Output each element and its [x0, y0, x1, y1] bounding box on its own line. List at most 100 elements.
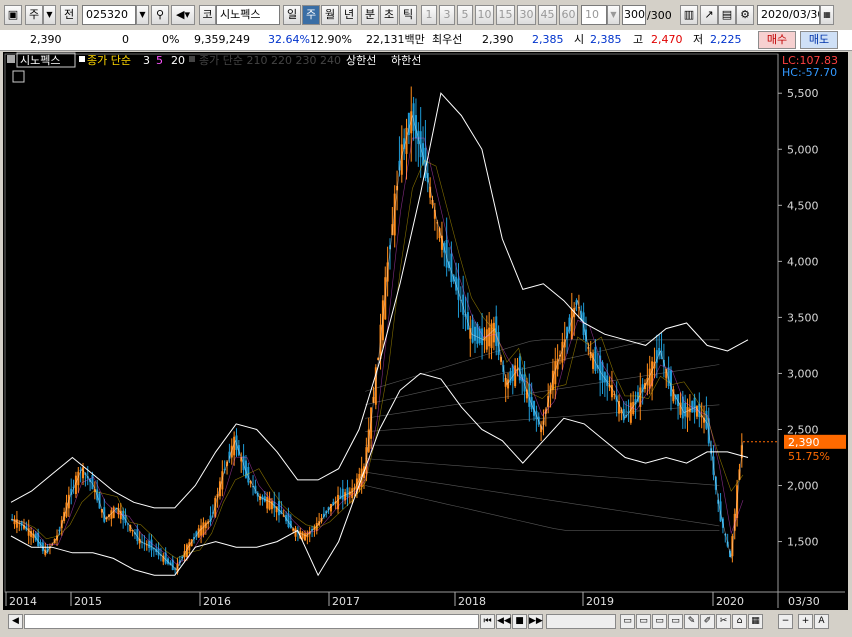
x-tick-label: 2018: [458, 595, 486, 608]
layout-icon[interactable]: ▣: [4, 5, 22, 25]
interval-60[interactable]: 60: [559, 5, 578, 25]
forward-icon[interactable]: ▶▶: [528, 614, 543, 629]
scroll-left-icon[interactable]: ◀: [8, 614, 23, 629]
zoom-in-icon[interactable]: +: [798, 614, 813, 629]
toggle-icon-4[interactable]: ▭: [668, 614, 683, 629]
interval-custom-input[interactable]: 10: [581, 5, 607, 25]
toggle-icon-3[interactable]: ▭: [652, 614, 667, 629]
interval-dropdown-icon[interactable]: ▼: [607, 5, 620, 25]
change-value: 0: [122, 33, 129, 46]
best-bid: 2,385: [532, 33, 564, 46]
gear-icon[interactable]: ⚙: [736, 5, 754, 25]
legend-stock-name: 시노펙스: [20, 54, 60, 67]
market-label[interactable]: 코: [199, 5, 216, 25]
x-tick-label: 2017: [332, 595, 360, 608]
legend-ma-label: 종가 단순: [87, 54, 131, 67]
candle-body: [65, 502, 68, 517]
x-tick-label: 2019: [586, 595, 614, 608]
stock-name-field: 시노펙스: [216, 5, 280, 25]
toggle-icon-1[interactable]: ▭: [620, 614, 635, 629]
prev-button[interactable]: 전: [60, 5, 78, 25]
legend-ma-square: [79, 56, 85, 62]
candle-body: [351, 488, 354, 498]
legend-upper-band: 상한선: [346, 54, 376, 67]
candle-body: [148, 541, 151, 548]
volume-rate: 32.64%: [268, 33, 310, 46]
candle-body: [509, 371, 512, 383]
long-ma-line: [365, 458, 720, 486]
low-label: 저: [693, 33, 704, 46]
high-label: 고: [633, 33, 644, 46]
price-chart[interactable]: 5,500 5,000 4,500 4,000 3,500 3,000 2,500 2,000…: [3, 52, 848, 610]
chart-canvas[interactable]: 5,500 5,000 4,500 4,000 3,500 3,000 2,500 2,000…: [3, 52, 848, 610]
first-icon[interactable]: ⏮: [480, 614, 495, 629]
calendar-icon[interactable]: ▦: [820, 5, 834, 25]
legend-ma-period: 5: [156, 54, 163, 67]
font-size-icon[interactable]: A: [814, 614, 829, 629]
y-tick-label: 5,500: [787, 87, 819, 100]
open-label: 시: [574, 33, 585, 46]
candle-body: [268, 498, 271, 510]
open-price: 2,385: [590, 33, 622, 46]
tab-week[interactable]: 주: [302, 5, 320, 25]
stock-code-input[interactable]: 025320: [82, 5, 136, 25]
tab-day[interactable]: 일: [283, 5, 301, 25]
interval-3[interactable]: 3: [439, 5, 455, 25]
candle-type-icon[interactable]: ▥: [680, 5, 698, 25]
y-tick-label: 1,500: [787, 536, 819, 549]
sell-button[interactable]: 매도: [800, 31, 838, 49]
stop-icon[interactable]: ■: [512, 614, 527, 629]
candle-body: [705, 410, 708, 429]
tab-minute[interactable]: 분: [361, 5, 379, 25]
legend-ma-period: 3: [143, 54, 150, 67]
legend-lower-band: 하한선: [391, 53, 421, 67]
interval-30[interactable]: 30: [517, 5, 536, 25]
tab-second[interactable]: 초: [380, 5, 398, 25]
quote-bar: 2,390 0 0% 9,359,249 32.64% 12.90% 22,13…: [0, 30, 852, 51]
date-input[interactable]: 2020/03/30: [757, 5, 820, 25]
sound-icon[interactable]: ◀▾: [171, 5, 195, 25]
period-selector[interactable]: 주: [25, 5, 43, 25]
crosshair-icon[interactable]: ✎: [684, 614, 699, 629]
interval-5[interactable]: 5: [457, 5, 473, 25]
candle-body: [150, 539, 153, 551]
y-tick-label: 3,500: [787, 311, 819, 324]
candle-body: [497, 332, 500, 355]
candle-body: [384, 277, 387, 320]
tab-tick[interactable]: 틱: [399, 5, 417, 25]
rewind-icon[interactable]: ◀◀: [496, 614, 511, 629]
buy-button[interactable]: 매수: [758, 31, 796, 49]
line-tool-icon[interactable]: ↗: [700, 5, 718, 25]
candle-body: [686, 407, 689, 418]
interval-15[interactable]: 15: [496, 5, 515, 25]
speed-slider[interactable]: [546, 614, 616, 629]
code-dropdown-icon[interactable]: ▼: [136, 5, 149, 25]
legend-ma-period: 20: [171, 54, 185, 67]
interval-45[interactable]: 45: [538, 5, 557, 25]
best-ask: 2,390: [482, 33, 514, 46]
zoom-out-icon[interactable]: −: [778, 614, 793, 629]
erase-icon[interactable]: ✂: [716, 614, 731, 629]
draw-icon[interactable]: ✐: [700, 614, 715, 629]
chart-type-icon[interactable]: ⌂: [732, 614, 747, 629]
horizontal-scrollbar[interactable]: [24, 614, 479, 629]
grid-icon[interactable]: ▦: [748, 614, 763, 629]
best-order-label: 최우선: [432, 33, 463, 46]
candle-body: [294, 528, 297, 537]
candle-body: [341, 488, 344, 500]
long-ma-line: [365, 471, 720, 527]
long-ma-line: [365, 404, 720, 432]
tab-month[interactable]: 월: [321, 5, 339, 25]
hc-label: HC:-57.70: [782, 66, 837, 79]
tab-year[interactable]: 년: [340, 5, 358, 25]
search-icon[interactable]: ⚲: [151, 5, 169, 25]
toggle-icon-2[interactable]: ▭: [636, 614, 651, 629]
save-icon[interactable]: ▤: [718, 5, 736, 25]
period-dropdown-icon[interactable]: ▼: [43, 5, 56, 25]
candle-body: [473, 326, 476, 341]
count-input[interactable]: 300: [622, 5, 646, 25]
interval-1[interactable]: 1: [421, 5, 437, 25]
candle-body: [346, 487, 349, 497]
interval-10[interactable]: 10: [475, 5, 494, 25]
candle-body: [450, 253, 453, 283]
